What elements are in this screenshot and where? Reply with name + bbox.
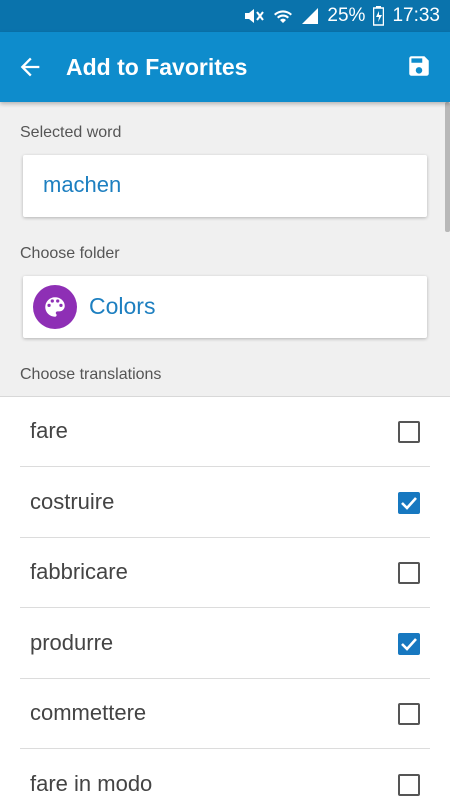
translation-label: fare in modo <box>30 770 153 796</box>
folder-icon-circle <box>33 285 77 329</box>
palette-icon <box>45 297 65 317</box>
translation-label: produrre <box>30 629 114 655</box>
translations-list: fare costruire fabbricare produrre commetter… <box>0 396 450 800</box>
page-title: Add to Favorites <box>66 54 248 80</box>
save-button[interactable] <box>406 53 432 79</box>
translation-row[interactable]: fare <box>20 397 430 467</box>
translation-row[interactable]: commettere <box>20 679 430 749</box>
wifi-icon <box>273 7 293 25</box>
back-button[interactable] <box>16 53 44 81</box>
translation-row[interactable]: fabbricare <box>20 538 430 608</box>
translation-checkbox[interactable] <box>398 562 420 584</box>
translation-label: fabbricare <box>30 559 128 584</box>
checkmark-icon <box>401 496 417 510</box>
save-floppy-icon <box>409 56 429 76</box>
translation-label: fare <box>30 418 68 443</box>
translation-checkbox[interactable] <box>398 632 420 655</box>
selected-word-field[interactable]: machen <box>23 155 427 217</box>
translation-row[interactable]: produrre <box>20 609 430 679</box>
translation-checkbox[interactable] <box>398 491 420 514</box>
translation-row[interactable]: fare in modo <box>20 750 430 800</box>
translation-label: commettere <box>30 700 147 725</box>
translation-checkbox[interactable] <box>398 703 420 725</box>
folder-name: Colors <box>89 293 156 319</box>
app-bar: Add to Favorites <box>0 32 450 102</box>
signal-icon <box>301 7 319 25</box>
folder-selector[interactable]: Colors <box>23 276 427 338</box>
battery-icon <box>373 6 385 26</box>
choose-folder-label: Choose folder <box>20 245 120 262</box>
translation-row[interactable]: costruire <box>20 468 430 538</box>
translation-checkbox[interactable] <box>398 421 420 443</box>
scrollbar[interactable] <box>445 102 450 232</box>
battery-percent: 25% <box>327 5 366 26</box>
selected-word-label: Selected word <box>20 124 122 141</box>
mute-icon <box>243 6 265 26</box>
status-bar: 25% 17:33 <box>0 0 450 32</box>
checkmark-icon <box>401 637 417 651</box>
translation-label: costruire <box>30 488 115 514</box>
selected-word-value: machen <box>43 172 122 197</box>
content-area: Selected word machen Choose folder Color… <box>0 102 450 800</box>
translation-checkbox[interactable] <box>398 773 420 796</box>
clock: 17:33 <box>392 5 440 26</box>
arrow-left-icon <box>20 57 40 77</box>
choose-translations-label: Choose translations <box>20 366 162 383</box>
